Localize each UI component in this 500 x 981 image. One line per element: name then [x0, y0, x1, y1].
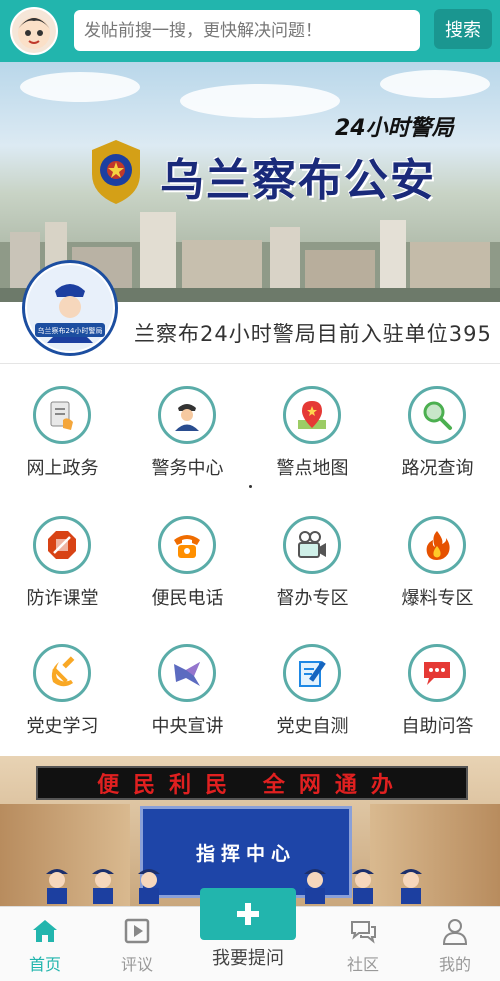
flame-icon	[408, 516, 466, 574]
grid-label: 警点地图	[276, 458, 349, 479]
ask-question-button[interactable]	[200, 888, 296, 940]
tab-mine[interactable]: 我的	[410, 907, 500, 981]
grid-item-online-affairs[interactable]: 网上政务	[0, 378, 125, 498]
cartoon-police-icon	[352, 869, 374, 904]
stop-sign-icon	[33, 516, 91, 574]
grid-label: 中央宣讲	[151, 716, 224, 737]
megaphone-icon	[158, 644, 216, 702]
grid-label: 网上政务	[26, 458, 99, 479]
grid-label: 防诈课堂	[26, 588, 99, 609]
grid-item-self-test[interactable]: 党史自测	[250, 636, 375, 756]
police-emblem-icon	[92, 140, 140, 204]
ticker-text: 兰察布24小时警局目前入驻单位395	[134, 322, 492, 346]
cartoon-police-icon	[138, 869, 160, 904]
banner-subtitle: 24小时警局	[335, 116, 454, 141]
grid-item-anti-fraud[interactable]: 防诈课堂	[0, 508, 125, 628]
grid-item-police-center[interactable]: 警务中心	[125, 378, 250, 498]
page-indicator-dot	[249, 485, 252, 488]
police-officer-icon	[158, 386, 216, 444]
poster-banner-text: 便民利民 全网通办	[36, 766, 468, 800]
police-logo-text: 乌兰察布24小时警局	[38, 326, 103, 335]
grid-item-tip-off[interactable]: 爆料专区	[375, 508, 500, 628]
grid-label: 便民电话	[151, 588, 224, 609]
announcement-ticker[interactable]: 乌兰察布24小时警局 兰察布24小时警局目前入驻单位395	[0, 260, 500, 364]
cartoon-police-icon	[92, 869, 114, 904]
grid-label: 爆料专区	[401, 588, 474, 609]
user-icon	[442, 919, 468, 945]
pencil-note-icon	[283, 644, 341, 702]
grid-item-traffic-query[interactable]: 路况查询	[375, 378, 500, 498]
grid-label: 督办专区	[276, 588, 349, 609]
telephone-icon	[158, 516, 216, 574]
grid-item-party-history[interactable]: 党史学习	[0, 636, 125, 756]
search-input[interactable]	[84, 20, 420, 41]
grid-item-service-phone[interactable]: 便民电话	[125, 508, 250, 628]
grid-label: 警务中心	[151, 458, 224, 479]
home-icon	[33, 920, 57, 942]
grid-item-supervision[interactable]: 督办专区	[250, 508, 375, 628]
tab-review[interactable]: 评议	[92, 907, 182, 981]
grid-item-self-qa[interactable]: 自助问答	[375, 636, 500, 756]
grid-item-central-lecture[interactable]: 中央宣讲	[125, 636, 250, 756]
police-station-logo: 乌兰察布24小时警局	[22, 260, 118, 356]
cartoon-police-icon	[400, 869, 422, 904]
tab-label: 首页	[28, 955, 61, 974]
grid-label: 党史自测	[276, 716, 349, 737]
command-center-poster[interactable]: 便民利民 全网通办 指挥中心	[0, 756, 500, 906]
tab-community[interactable]: 社区	[318, 907, 408, 981]
grid-label: 自助问答	[401, 716, 474, 737]
tab-home[interactable]: 首页	[0, 907, 90, 981]
grid-label: 党史学习	[26, 716, 99, 737]
chat-icon	[351, 921, 376, 944]
top-header: 搜索	[0, 0, 500, 62]
video-camera-icon	[283, 516, 341, 574]
poster-wall-right	[370, 804, 500, 906]
search-button[interactable]: 搜索	[434, 9, 492, 49]
search-box[interactable]	[74, 10, 420, 51]
document-hand-icon	[33, 386, 91, 444]
tab-label: 社区	[346, 955, 379, 974]
plus-icon	[237, 903, 259, 925]
hammer-sickle-icon	[33, 644, 91, 702]
cartoon-police-icon	[304, 869, 326, 904]
chat-bubble-icon	[408, 644, 466, 702]
grid-item-police-map[interactable]: 警点地图	[250, 378, 375, 498]
play-box-icon	[124, 918, 150, 944]
tab-label: 评议	[120, 955, 153, 974]
map-pin-icon	[283, 386, 341, 444]
banner-title: 乌兰察布公安	[160, 155, 436, 206]
tab-label: 我的	[438, 955, 471, 974]
poster-screen-text: 指挥中心	[195, 842, 296, 865]
user-avatar[interactable]	[10, 7, 58, 55]
ask-question-label[interactable]: 我要提问	[200, 944, 296, 970]
magnifier-icon	[408, 386, 466, 444]
cartoon-police-icon	[46, 869, 68, 904]
grid-label: 路况查询	[401, 458, 474, 479]
